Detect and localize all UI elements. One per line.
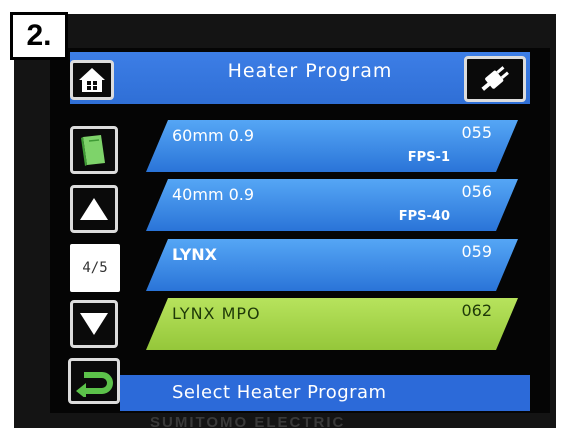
photo-frame: 2. Heater Program 4/5 60mm 0.9 055 FPS-1… <box>0 0 570 428</box>
back-button[interactable] <box>68 358 120 404</box>
home-button[interactable] <box>70 60 114 100</box>
program-row[interactable]: 60mm 0.9 055 FPS-1 <box>146 120 518 172</box>
program-type: FPS-40 <box>398 209 450 224</box>
return-arrow-icon <box>76 372 113 397</box>
scroll-down-button[interactable] <box>70 300 118 348</box>
program-row-selected[interactable]: LYNX MPO 062 <box>146 298 518 350</box>
program-name: 40mm 0.9 <box>172 185 255 204</box>
page-title: Heater Program <box>227 60 393 82</box>
program-code: 059 <box>461 242 492 261</box>
program-row[interactable]: 40mm 0.9 056 FPS-40 <box>146 179 518 231</box>
header-bar: Heater Program <box>70 52 530 104</box>
program-type: FPS-1 <box>407 150 450 165</box>
program-code: 056 <box>461 182 492 201</box>
program-name: LYNX MPO <box>172 304 261 323</box>
brand-label: SUMITOMO ELECTRIC <box>150 414 346 428</box>
house-icon <box>79 68 105 92</box>
program-name: 60mm 0.9 <box>172 126 255 145</box>
power-plug-button[interactable] <box>464 56 526 102</box>
device-screen: Heater Program 4/5 60mm 0.9 055 FPS-1 40… <box>50 48 550 413</box>
triangle-down-icon <box>80 313 108 335</box>
status-bar: Select Heater Program <box>120 375 530 411</box>
scroll-up-button[interactable] <box>70 185 118 233</box>
book-icon <box>81 135 105 166</box>
program-name: LYNX <box>172 245 218 264</box>
program-code: 062 <box>461 301 492 320</box>
step-number-badge: 2. <box>10 12 68 60</box>
triangle-up-icon <box>80 198 108 220</box>
program-code: 055 <box>461 123 492 142</box>
page-indicator: 4/5 <box>70 244 120 292</box>
manual-button[interactable] <box>70 126 118 174</box>
program-row[interactable]: LYNX 059 <box>146 239 518 291</box>
plug-icon <box>481 66 509 91</box>
